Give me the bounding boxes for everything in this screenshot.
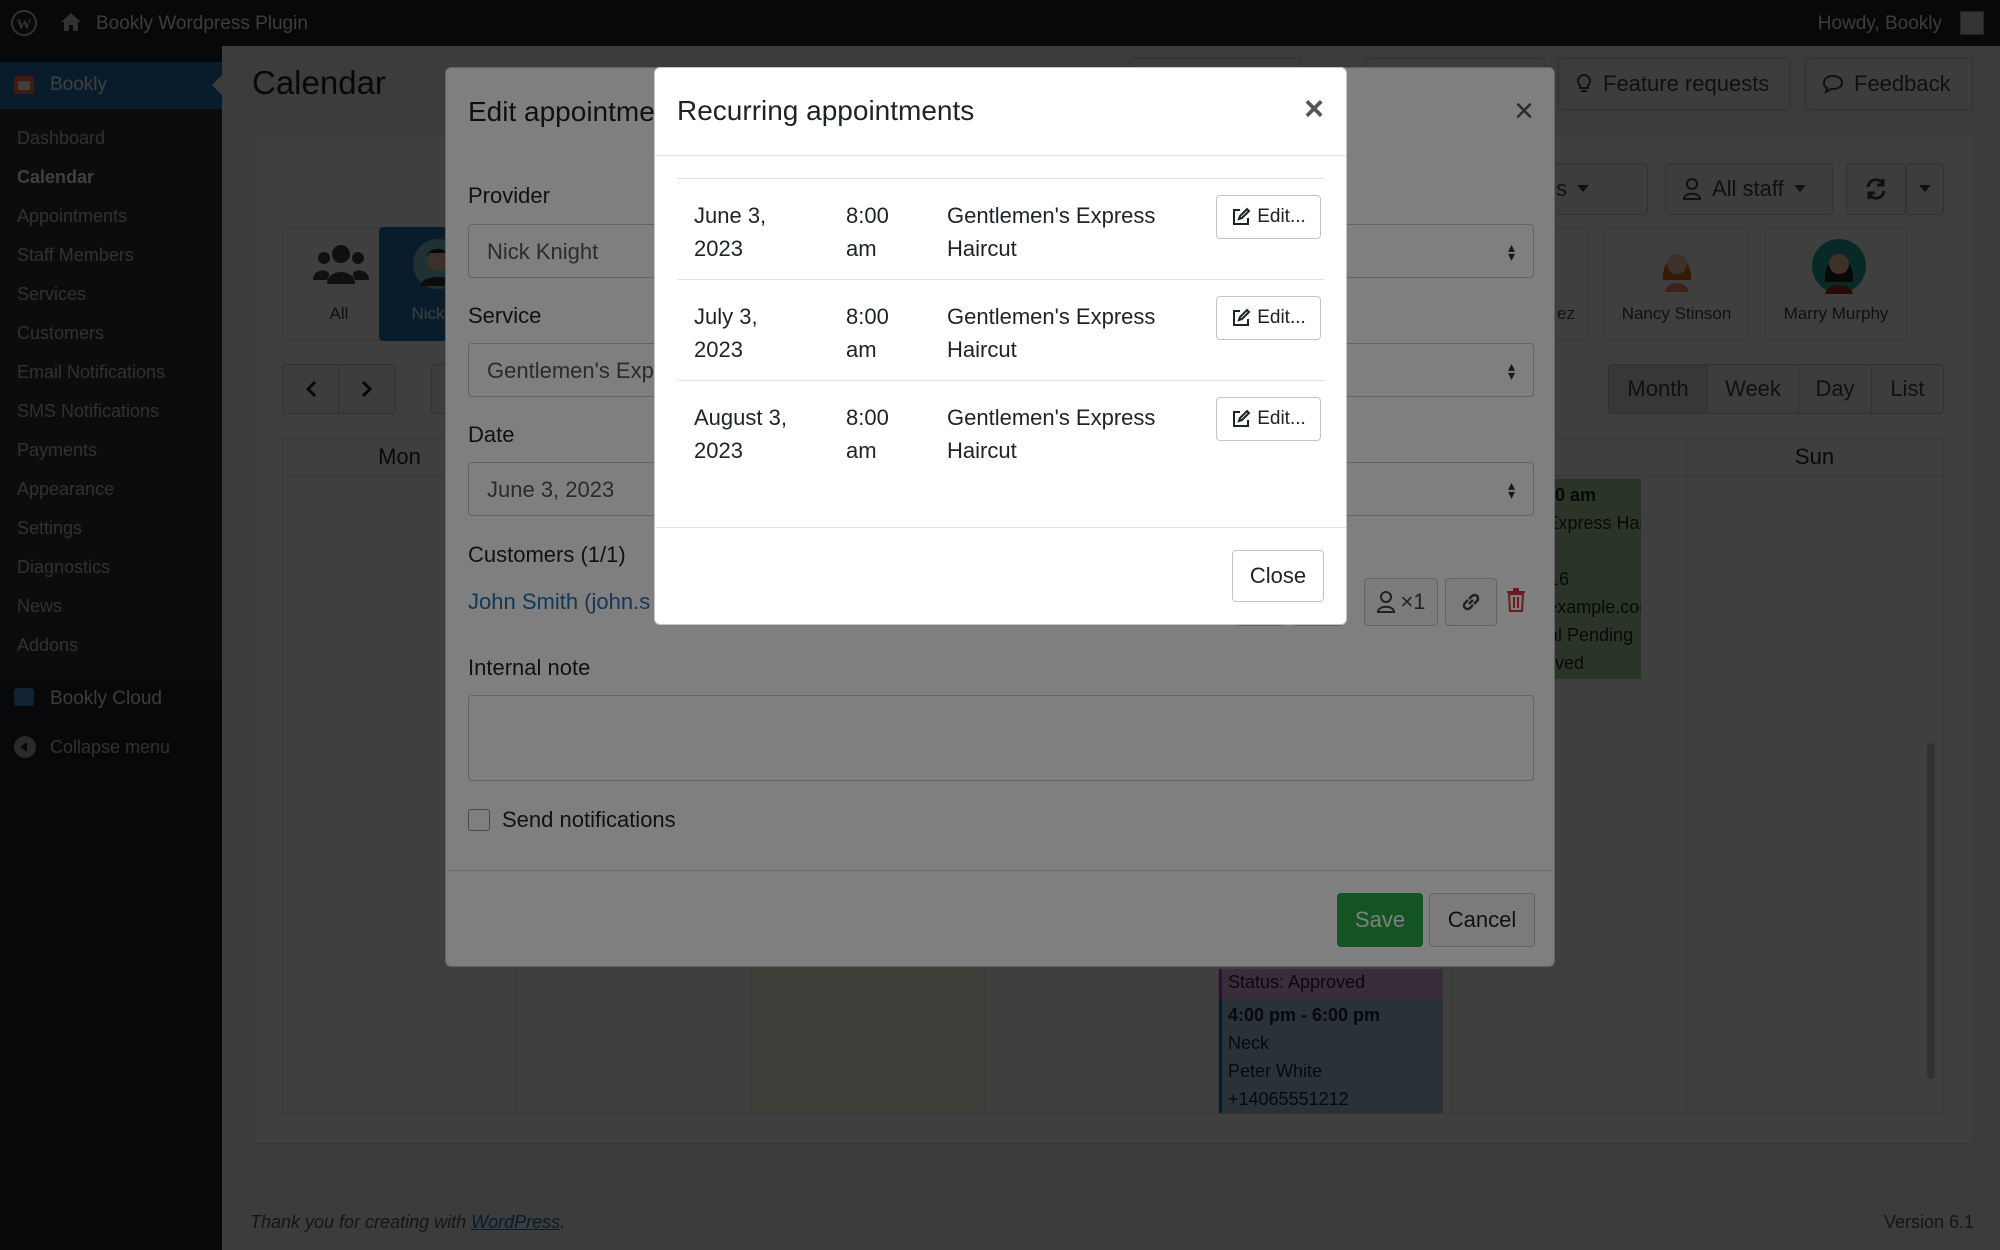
- time-line: 8:00: [846, 405, 889, 430]
- appointment-date: July 3, 2023: [694, 300, 804, 366]
- edit-appointment-button[interactable]: Edit...: [1216, 296, 1321, 340]
- edit-appointment-button[interactable]: Edit...: [1216, 195, 1321, 239]
- service-line: Gentlemen's Express: [947, 304, 1156, 329]
- edit-label: Edit...: [1257, 408, 1306, 429]
- edit-icon: [1231, 409, 1251, 429]
- appointment-time: 8:00 am: [846, 401, 916, 467]
- service-line: Haircut: [947, 438, 1017, 463]
- time-line: am: [846, 438, 877, 463]
- table-row: August 3, 2023 8:00 am Gentlemen's Express…: [677, 380, 1324, 481]
- modal-footer-divider: [655, 527, 1346, 528]
- modal-title: Recurring appointments: [677, 95, 975, 126]
- close-icon[interactable]: ×: [1304, 90, 1324, 129]
- appointment-service: Gentlemen's Express Haircut: [947, 300, 1177, 366]
- table-row: July 3, 2023 8:00 am Gentlemen's Express Ha…: [677, 279, 1324, 380]
- time-line: am: [846, 337, 877, 362]
- service-line: Haircut: [947, 337, 1017, 362]
- appointment-time: 8:00 am: [846, 300, 916, 366]
- service-line: Haircut: [947, 236, 1017, 261]
- edit-label: Edit...: [1257, 206, 1306, 227]
- appointment-date: June 3, 2023: [694, 199, 804, 265]
- service-line: Gentlemen's Express: [947, 203, 1156, 228]
- table-row: June 3, 2023 8:00 am Gentlemen's Express Ha…: [677, 178, 1324, 279]
- date-line: 2023: [694, 337, 743, 362]
- recurring-appointments-modal: Recurring appointments × June 3, 2023 8:0…: [654, 67, 1347, 625]
- date-line: 2023: [694, 438, 743, 463]
- time-line: 8:00: [846, 304, 889, 329]
- edit-icon: [1231, 207, 1251, 227]
- edit-label: Edit...: [1257, 307, 1306, 328]
- edit-icon: [1231, 308, 1251, 328]
- service-line: Gentlemen's Express: [947, 405, 1156, 430]
- date-line: August 3,: [694, 405, 787, 430]
- date-line: July 3,: [694, 304, 758, 329]
- modal-header-divider: [655, 155, 1346, 156]
- appointment-service: Gentlemen's Express Haircut: [947, 199, 1177, 265]
- time-line: am: [846, 236, 877, 261]
- appointment-date: August 3, 2023: [694, 401, 804, 467]
- close-button[interactable]: Close: [1232, 550, 1324, 602]
- date-line: June 3,: [694, 203, 767, 228]
- time-line: 8:00: [846, 203, 889, 228]
- appointment-time: 8:00 am: [846, 199, 916, 265]
- date-line: 2023: [694, 236, 743, 261]
- appointment-service: Gentlemen's Express Haircut: [947, 401, 1177, 467]
- edit-appointment-button[interactable]: Edit...: [1216, 397, 1321, 441]
